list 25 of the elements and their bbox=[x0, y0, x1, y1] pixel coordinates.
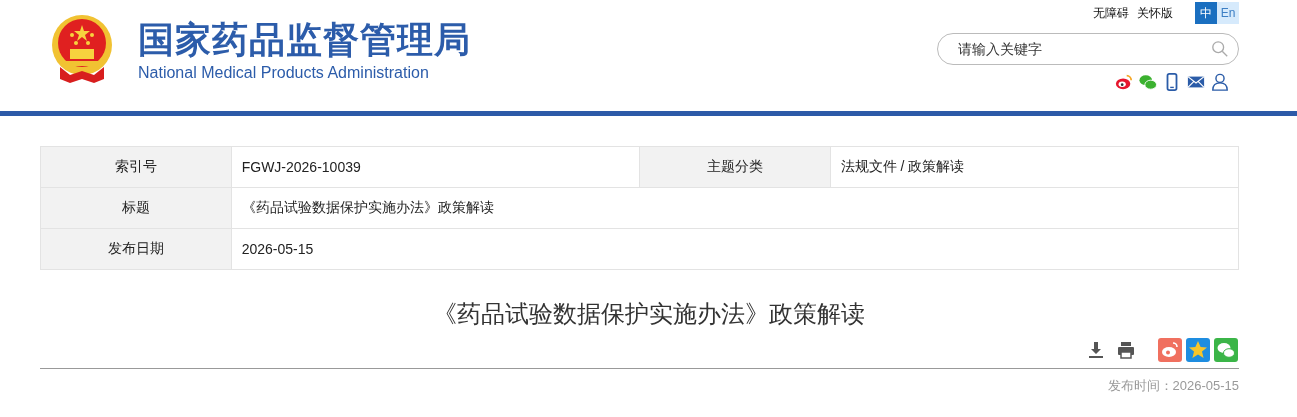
weibo-icon[interactable] bbox=[1115, 73, 1133, 91]
top-link[interactable]: 关怀版 bbox=[1137, 4, 1173, 22]
wechat-share-icon[interactable] bbox=[1214, 338, 1238, 362]
field-value: 法规文件 / 政策解读 bbox=[830, 146, 1239, 188]
top-link[interactable]: 无障碍 bbox=[1093, 4, 1129, 22]
field-value: 2026-05-15 bbox=[231, 228, 1239, 270]
field-label: 主题分类 bbox=[639, 146, 831, 188]
user-icon[interactable] bbox=[1211, 73, 1229, 91]
article-title: 《药品试验数据保护实施办法》政策解读 bbox=[431, 299, 866, 329]
wechat-icon[interactable] bbox=[1139, 73, 1157, 91]
language-tab[interactable]: 中 bbox=[1195, 2, 1217, 24]
star-share-icon[interactable] bbox=[1186, 338, 1210, 362]
site-title: 国家药品监督管理局 bbox=[138, 17, 471, 62]
field-value: 《药品试验数据保护实施办法》政策解读 bbox=[231, 187, 1239, 229]
field-label: 标题 bbox=[40, 187, 232, 229]
weibo-share-icon[interactable] bbox=[1158, 338, 1182, 362]
field-label: 发布日期 bbox=[40, 228, 232, 270]
search-field[interactable]: 请输入关键字 bbox=[937, 33, 1239, 65]
site-subtitle: National Medical Products Administration bbox=[138, 63, 430, 82]
print-icon[interactable] bbox=[1116, 340, 1136, 360]
download-icon[interactable] bbox=[1086, 340, 1106, 360]
publish-date: 发布时间：2026-05-15 bbox=[1107, 378, 1239, 393]
field-value: FGWJ-2026-10039 bbox=[231, 146, 640, 188]
field-label: 索引号 bbox=[40, 146, 232, 188]
mail-icon[interactable] bbox=[1187, 73, 1205, 91]
